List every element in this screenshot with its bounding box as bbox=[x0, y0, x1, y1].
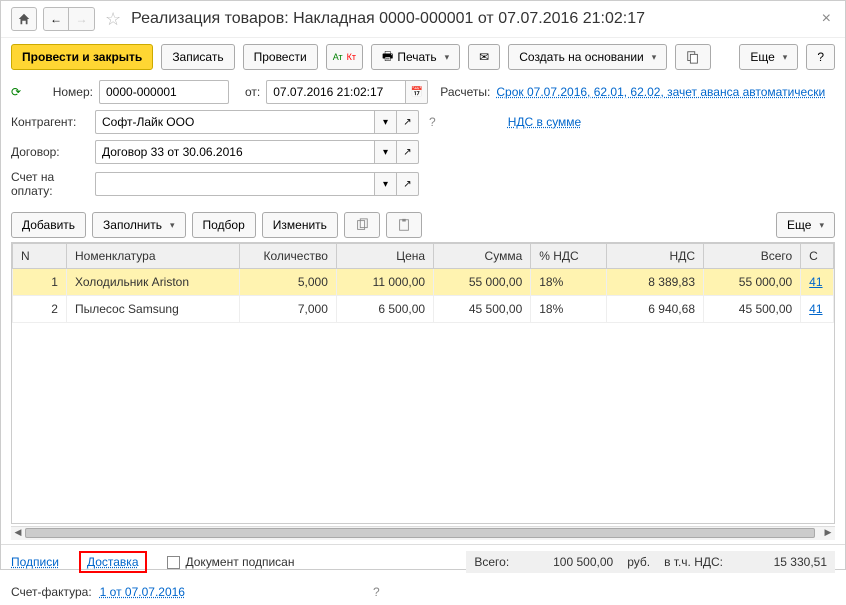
table-more-button[interactable]: Еще bbox=[776, 212, 835, 238]
invoice-footer: Счет-фактура: 1 от 07.07.2016 ? bbox=[1, 579, 845, 605]
print-button[interactable]: 🖶Печать bbox=[371, 44, 460, 70]
col-qty[interactable]: Количество bbox=[239, 244, 336, 269]
col-sum[interactable]: Сумма bbox=[434, 244, 531, 269]
table-row[interactable]: 1 Холодильник Ariston 5,000 11 000,00 55… bbox=[13, 269, 834, 296]
contract-field[interactable] bbox=[95, 140, 375, 164]
invoice-field[interactable] bbox=[95, 172, 375, 196]
vat-incl-value: 15 330,51 bbox=[737, 555, 827, 569]
calc-link[interactable]: Срок 07.07.2016, 62.01, 62.02, зачет ава… bbox=[496, 85, 825, 99]
open-icon[interactable]: ↗ bbox=[397, 172, 419, 196]
doc-signed-checkbox[interactable]: Документ подписан bbox=[167, 555, 295, 569]
mail-icon: ✉ bbox=[479, 50, 489, 64]
more-button[interactable]: Еще bbox=[739, 44, 798, 70]
files-button[interactable] bbox=[675, 44, 711, 70]
col-last[interactable]: С bbox=[801, 244, 834, 269]
horizontal-scrollbar[interactable]: ◀ ▶ bbox=[11, 526, 835, 540]
footer-links: Подписи Доставка Документ подписан Всего… bbox=[1, 544, 845, 579]
favorite-icon[interactable]: ☆ bbox=[105, 9, 121, 30]
counterparty-field[interactable] bbox=[95, 110, 375, 134]
mail-button[interactable]: ✉ bbox=[468, 44, 500, 70]
select-button[interactable]: Подбор bbox=[192, 212, 256, 238]
forward-button[interactable]: → bbox=[69, 7, 95, 31]
col-price[interactable]: Цена bbox=[336, 244, 433, 269]
help-button[interactable]: ? bbox=[806, 44, 835, 70]
total-value: 100 500,00 bbox=[523, 555, 613, 569]
printer-icon: 🖶 bbox=[382, 47, 393, 68]
col-n[interactable]: N bbox=[13, 244, 67, 269]
post-button[interactable]: Провести bbox=[243, 44, 318, 70]
window-header: ← → ☆ Реализация товаров: Накладная 0000… bbox=[1, 1, 845, 38]
close-icon[interactable]: × bbox=[818, 10, 835, 28]
col-vat-pct[interactable]: % НДС bbox=[531, 244, 607, 269]
calc-label: Расчеты: bbox=[440, 85, 490, 99]
dropdown-icon[interactable]: ▾ bbox=[375, 140, 397, 164]
col-nomen[interactable]: Номенклатура bbox=[66, 244, 239, 269]
help-icon[interactable]: ? bbox=[429, 115, 436, 129]
post-close-button[interactable]: Провести и закрыть bbox=[11, 44, 153, 70]
dropdown-icon[interactable]: ▾ bbox=[375, 110, 397, 134]
calendar-icon[interactable]: 📅 bbox=[406, 80, 428, 104]
back-button[interactable]: ← bbox=[43, 7, 69, 31]
counterparty-label: Контрагент: bbox=[11, 115, 89, 129]
signatures-link[interactable]: Подписи bbox=[11, 555, 59, 569]
invoice-factura-link[interactable]: 1 от 07.07.2016 bbox=[100, 585, 185, 599]
currency: руб. bbox=[627, 555, 650, 569]
from-label: от: bbox=[245, 85, 260, 99]
number-field[interactable] bbox=[99, 80, 229, 104]
col-total[interactable]: Всего bbox=[704, 244, 801, 269]
col-vat[interactable]: НДС bbox=[606, 244, 703, 269]
form-area: ⟳ Номер: от: 📅 Расчеты: Срок 07.07.2016,… bbox=[1, 76, 845, 208]
open-icon[interactable]: ↗ bbox=[397, 140, 419, 164]
vat-incl-label: в т.ч. НДС: bbox=[664, 555, 723, 569]
add-button[interactable]: Добавить bbox=[11, 212, 86, 238]
dropdown-icon[interactable]: ▾ bbox=[375, 172, 397, 196]
invoice-factura-label: Счет-фактура: bbox=[11, 585, 92, 599]
window-title: Реализация товаров: Накладная 0000-00000… bbox=[131, 10, 812, 28]
dt-kt-button[interactable]: АтКт bbox=[326, 44, 363, 70]
invoice-label: Счет на оплату: bbox=[11, 170, 89, 198]
help-icon[interactable]: ? bbox=[373, 585, 380, 599]
date-field[interactable] bbox=[266, 80, 406, 104]
table-row[interactable]: 2 Пылесос Samsung 7,000 6 500,00 45 500,… bbox=[13, 296, 834, 323]
delivery-link[interactable]: Доставка bbox=[87, 555, 139, 569]
table-toolbar: Добавить Заполнить Подбор Изменить Еще bbox=[1, 208, 845, 242]
number-label: Номер: bbox=[35, 85, 93, 99]
total-label: Всего: bbox=[474, 555, 509, 569]
home-button[interactable] bbox=[11, 7, 37, 31]
copy-button[interactable] bbox=[344, 212, 380, 238]
items-table: N Номенклатура Количество Цена Сумма % Н… bbox=[11, 242, 835, 524]
vat-link[interactable]: НДС в сумме bbox=[508, 115, 582, 129]
open-icon[interactable]: ↗ bbox=[397, 110, 419, 134]
paste-button[interactable] bbox=[386, 212, 422, 238]
main-toolbar: Провести и закрыть Записать Провести АтК… bbox=[1, 38, 845, 76]
save-button[interactable]: Записать bbox=[161, 44, 234, 70]
refresh-icon[interactable]: ⟳ bbox=[11, 85, 29, 99]
fill-button[interactable]: Заполнить bbox=[92, 212, 185, 238]
table-header-row: N Номенклатура Количество Цена Сумма % Н… bbox=[13, 244, 834, 269]
contract-label: Договор: bbox=[11, 145, 89, 159]
change-button[interactable]: Изменить bbox=[262, 212, 338, 238]
create-based-button[interactable]: Создать на основании bbox=[508, 44, 667, 70]
